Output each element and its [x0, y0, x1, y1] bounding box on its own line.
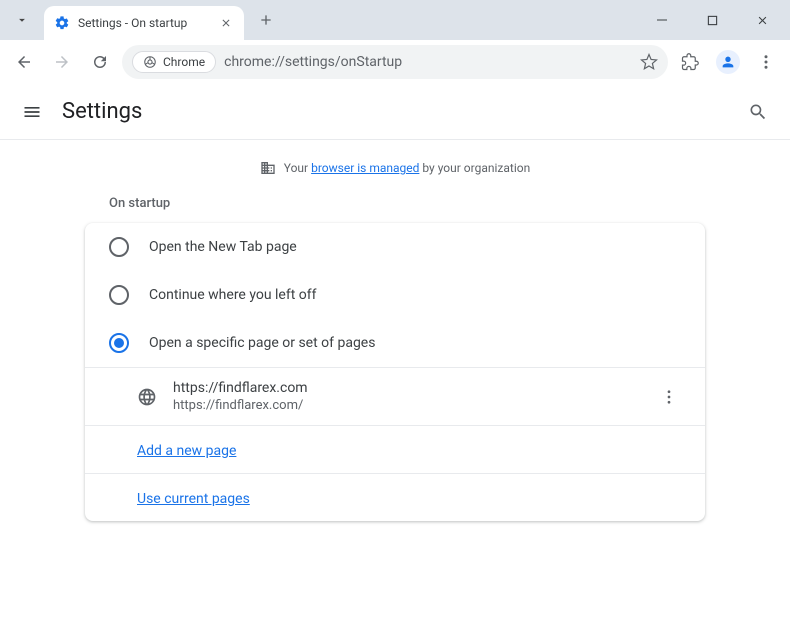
option-continue[interactable]: Continue where you left off: [85, 271, 705, 319]
close-icon[interactable]: [218, 15, 234, 31]
add-page-link[interactable]: Add a new page: [137, 443, 236, 459]
browser-tab[interactable]: Settings - On startup: [44, 6, 244, 40]
radio-label: Open the New Tab page: [149, 239, 297, 255]
bookmark-star-icon[interactable]: [640, 53, 658, 71]
radio-label: Continue where you left off: [149, 287, 317, 303]
building-icon: [260, 160, 276, 176]
on-startup-section: On startup Open the New Tab page Continu…: [85, 196, 705, 521]
use-current-link[interactable]: Use current pages: [137, 491, 250, 507]
window-controls: [642, 5, 782, 35]
managed-suffix: by your organization: [419, 161, 530, 175]
chrome-icon: [143, 55, 157, 69]
extensions-button[interactable]: [674, 46, 706, 78]
tab-title: Settings - On startup: [78, 16, 210, 30]
site-chip[interactable]: Chrome: [132, 51, 216, 73]
managed-link[interactable]: browser is managed: [311, 161, 419, 175]
back-button[interactable]: [8, 46, 40, 78]
reload-button[interactable]: [84, 46, 116, 78]
startup-page-row: https://findflarex.com https://findflare…: [85, 367, 705, 425]
minimize-button[interactable]: [642, 5, 682, 35]
add-page-row: Add a new page: [85, 425, 705, 473]
startup-card: Open the New Tab page Continue where you…: [85, 223, 705, 521]
address-bar[interactable]: Chrome chrome://settings/onStartup: [122, 45, 668, 79]
search-icon[interactable]: [746, 100, 770, 124]
window-titlebar: Settings - On startup: [0, 0, 790, 40]
close-window-button[interactable]: [742, 5, 782, 35]
radio-button[interactable]: [109, 333, 129, 353]
option-new-tab[interactable]: Open the New Tab page: [85, 223, 705, 271]
site-chip-label: Chrome: [163, 55, 205, 69]
page-entry-menu[interactable]: [657, 388, 681, 406]
radio-button[interactable]: [109, 237, 129, 257]
managed-banner: Your browser is managed by your organiza…: [260, 156, 530, 196]
maximize-button[interactable]: [692, 5, 732, 35]
settings-content: Your browser is managed by your organiza…: [0, 140, 790, 537]
profile-button[interactable]: [712, 46, 744, 78]
kebab-menu-button[interactable]: [750, 46, 782, 78]
avatar: [716, 50, 740, 74]
page-title: Settings: [62, 99, 142, 124]
use-current-row: Use current pages: [85, 473, 705, 521]
tab-search-button[interactable]: [8, 6, 36, 34]
page-info: https://findflarex.com https://findflare…: [173, 380, 641, 413]
settings-header: Settings: [0, 84, 790, 140]
radio-label: Open a specific page or set of pages: [149, 335, 375, 351]
globe-icon: [137, 387, 157, 407]
radio-button[interactable]: [109, 285, 129, 305]
new-tab-button[interactable]: [252, 6, 280, 34]
managed-prefix: Your: [284, 161, 311, 175]
browser-toolbar: Chrome chrome://settings/onStartup: [0, 40, 790, 84]
option-specific-pages[interactable]: Open a specific page or set of pages: [85, 319, 705, 367]
section-title: On startup: [85, 196, 705, 223]
page-entry-url: https://findflarex.com/: [173, 398, 641, 413]
gear-icon: [54, 15, 70, 31]
menu-icon[interactable]: [20, 100, 44, 124]
page-entry-title: https://findflarex.com: [173, 380, 641, 396]
url-text: chrome://settings/onStartup: [224, 54, 632, 70]
forward-button[interactable]: [46, 46, 78, 78]
